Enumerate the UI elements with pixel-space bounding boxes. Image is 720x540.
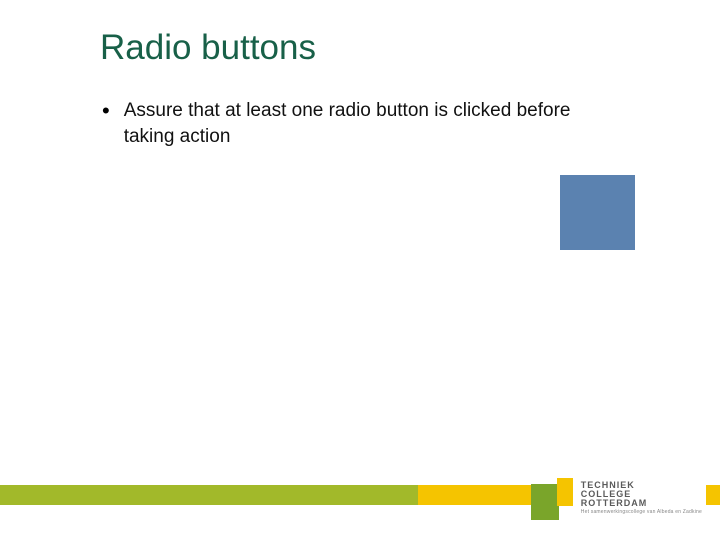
footer-bar-green — [0, 485, 418, 505]
slide-title: Radio buttons — [100, 28, 316, 68]
logo-green-block — [531, 484, 559, 520]
slide: Radio buttons • Assure that at least one… — [0, 0, 720, 540]
logo-yellow-block — [557, 478, 573, 506]
logo-text: TECHNIEK COLLEGE ROTTERDAM Het samenwerk… — [581, 481, 702, 515]
image-placeholder — [560, 175, 635, 250]
bullet-item: • Assure that at least one radio button … — [102, 98, 622, 150]
logo-subtitle: Het samenwerkingscollege van Albeda en Z… — [581, 510, 702, 515]
bullet-dot-icon: • — [102, 100, 110, 122]
bullet-text: Assure that at least one radio button is… — [124, 98, 622, 150]
logo-line-3: ROTTERDAM — [581, 499, 702, 508]
logo-mark-icon — [531, 476, 575, 520]
logo: TECHNIEK COLLEGE ROTTERDAM Het samenwerk… — [531, 472, 706, 524]
